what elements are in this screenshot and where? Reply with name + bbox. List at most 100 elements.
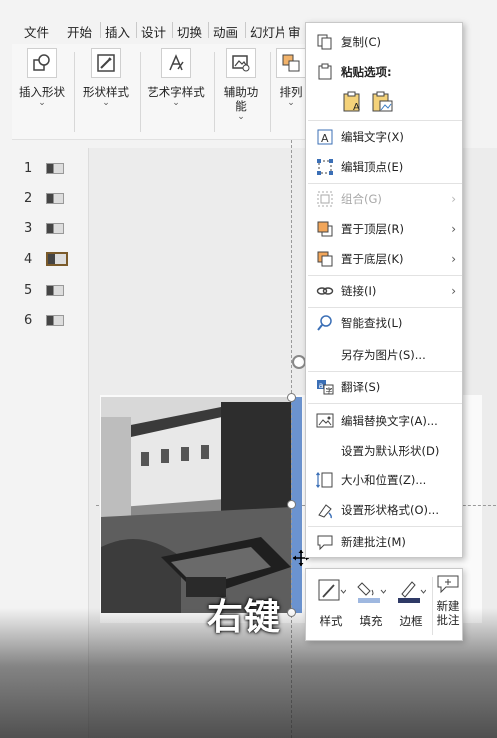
slide-thumbnail[interactable]: 2 [24, 190, 64, 206]
accessibility-icon [226, 48, 256, 78]
chevron-right-icon: › [451, 192, 456, 206]
shape-style-label: 形状样式 [83, 85, 129, 99]
tab-design[interactable]: 设计 [141, 22, 166, 41]
tab-home[interactable]: 开始 [67, 22, 92, 41]
edit-text-icon: A [317, 129, 333, 145]
context-menu: 复制(C) 粘贴选项: A A 编辑文字(X) 编辑顶点(E) 组合(G) › … [305, 22, 463, 558]
insert-shape-group[interactable]: 插入形状 ⌄ [16, 48, 68, 108]
chevron-down-icon: ⌄ [102, 98, 110, 108]
menu-item-new-comment[interactable]: 新建批注(M) [306, 529, 464, 555]
slide-thumbnail-image [46, 162, 64, 174]
format-shape-icon [318, 504, 332, 519]
tab-separator [208, 22, 209, 38]
menu-separator [308, 275, 462, 276]
tab-file[interactable]: 文件 [24, 22, 49, 41]
menu-item-copy[interactable]: 复制(C) [306, 29, 464, 55]
tab-separator [136, 22, 137, 38]
translate-icon: a字 [317, 380, 334, 395]
style-button[interactable]: 样式 [312, 577, 350, 629]
slide-thumbnail[interactable]: 1 [24, 160, 64, 176]
menu-item-bring-to-front[interactable]: 置于顶层(R) › [306, 216, 464, 242]
copy-icon [317, 34, 332, 50]
fill-bucket-icon [357, 582, 387, 603]
arrange-icon [276, 48, 306, 78]
selected-picture[interactable] [101, 397, 292, 613]
menu-separator [308, 120, 462, 121]
slide-number: 1 [24, 160, 33, 176]
menu-item-link[interactable]: 链接(I) › [306, 278, 464, 304]
group-icon [317, 191, 333, 207]
arrange-label: 排列 [279, 85, 303, 99]
new-comment-button[interactable]: 新建 批注 [434, 573, 462, 627]
chevron-right-icon: › [451, 252, 456, 266]
slide-number: 5 [24, 282, 33, 298]
menu-item-size-position[interactable]: 大小和位置(Z)... [306, 467, 464, 493]
svg-text:A: A [353, 102, 360, 113]
wordart-style-group[interactable]: 艺术字样式 ⌄ [144, 48, 208, 108]
shape-style-group[interactable]: 形状样式 ⌄ [78, 48, 134, 108]
slide-thumbnail-image [46, 222, 64, 234]
insert-shape-icon [27, 48, 57, 78]
tab-slideshow[interactable]: 幻灯片 [250, 22, 284, 41]
menu-separator [308, 526, 462, 527]
arrange-group[interactable]: 排列 ⌄ [274, 48, 308, 108]
accessibility-group[interactable]: 辅助功能 ⌄ [218, 48, 264, 122]
slide-thumbnail[interactable]: 6 [24, 312, 64, 328]
slide-thumbnail-active[interactable]: 4 [24, 251, 68, 267]
menu-item-edit-alt-text[interactable]: 编辑替换文字(A)... [306, 408, 464, 434]
ribbon-toolbar: 插入形状 ⌄ 形状样式 ⌄ 艺术字样式 ⌄ 辅助功能 ⌄ 排列 ⌄ [12, 44, 312, 140]
tab-review[interactable]: 审 [288, 22, 301, 41]
outline-button[interactable]: 边框 [392, 577, 430, 629]
menu-separator [308, 183, 462, 184]
caption-text: 右键 [207, 597, 282, 638]
menu-item-smart-lookup[interactable]: 智能查找(L) [306, 310, 464, 336]
menu-item-edit-points[interactable]: 编辑顶点(E) [306, 154, 464, 180]
slide-thumbnail[interactable]: 5 [24, 282, 64, 298]
group-divider [214, 52, 215, 132]
svg-text:A: A [321, 132, 329, 145]
slide-thumbnail-image [46, 252, 68, 266]
menu-item-save-as-picture[interactable]: 另存为图片(S)... [306, 342, 464, 368]
menu-item-format-shape[interactable]: 设置形状格式(O)... [306, 497, 464, 523]
group-divider [74, 52, 75, 132]
tab-animations[interactable]: 动画 [213, 22, 238, 41]
link-icon [316, 287, 334, 295]
paste-keep-text-icon[interactable]: A [341, 90, 365, 114]
wordart-style-icon [161, 48, 191, 78]
svg-text:a: a [319, 381, 324, 390]
svg-text:字: 字 [326, 386, 333, 395]
resize-handle-top[interactable] [287, 393, 296, 402]
slide-thumbnail-image [46, 192, 64, 204]
tab-insert[interactable]: 插入 [105, 22, 130, 41]
menu-separator [308, 307, 462, 308]
slide-number: 3 [24, 220, 33, 236]
chevron-right-icon: › [451, 284, 456, 298]
paste-picture-icon[interactable] [370, 90, 394, 114]
menu-item-edit-text[interactable]: A 编辑文字(X) [306, 124, 464, 150]
fill-button[interactable]: 填充 [352, 577, 390, 629]
slide-number: 4 [24, 251, 33, 267]
menu-item-send-to-back[interactable]: 置于底层(K) › [306, 246, 464, 272]
rotate-handle[interactable] [292, 355, 306, 369]
group-divider [140, 52, 141, 132]
shape-style-icon [91, 48, 121, 78]
style-icon [318, 579, 347, 601]
menu-item-translate[interactable]: a字 翻译(S) [306, 374, 464, 400]
bring-to-front-icon [317, 221, 333, 237]
wordart-style-label: 艺术字样式 [147, 85, 205, 99]
canal-town-photo [101, 397, 292, 613]
resize-handle-middle[interactable] [287, 500, 296, 509]
tab-transitions[interactable]: 切换 [177, 22, 202, 41]
menu-item-set-default-shape[interactable]: 设置为默认形状(D) [306, 438, 464, 464]
menu-item-group: 组合(G) › [306, 186, 464, 212]
menu-item-paste-options: 粘贴选项: [306, 59, 464, 85]
slide-number: 2 [24, 190, 33, 206]
chevron-down-icon: ⌄ [38, 98, 46, 108]
comment-plus-icon [437, 575, 459, 594]
edit-points-icon [317, 159, 333, 175]
size-position-icon [316, 472, 333, 488]
slide-thumbnail[interactable]: 3 [24, 220, 64, 236]
tab-separator [245, 22, 246, 38]
menu-separator [308, 403, 462, 404]
accessibility-label: 辅助功能 [223, 85, 259, 113]
